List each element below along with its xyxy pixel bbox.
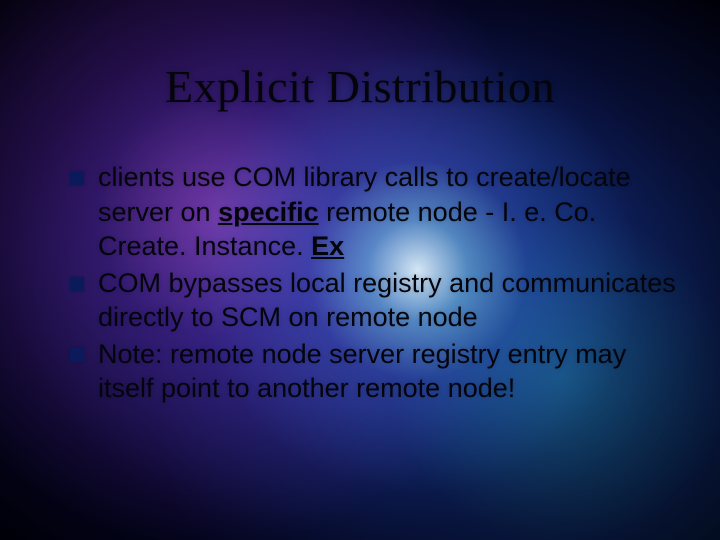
slide-title: Explicit Distribution [0, 60, 720, 113]
square-bullet-icon [70, 171, 84, 185]
bullet-text: Note: remote node server registry entry … [98, 337, 680, 406]
slide: Explicit Distribution clients use COM li… [0, 0, 720, 540]
bullet-text: COM bypasses local registry and communic… [98, 266, 680, 335]
bullet-text: clients use COM library calls to create/… [98, 160, 680, 264]
bullet-item: clients use COM library calls to create/… [70, 160, 680, 264]
square-bullet-icon [70, 277, 84, 291]
square-bullet-icon [70, 348, 84, 362]
emphasis-ex: Ex [311, 231, 344, 261]
bullet-item: COM bypasses local registry and communic… [70, 266, 680, 335]
emphasis-specific: specific [218, 197, 319, 227]
bullet-item: Note: remote node server registry entry … [70, 337, 680, 406]
slide-body: clients use COM library calls to create/… [70, 160, 680, 408]
